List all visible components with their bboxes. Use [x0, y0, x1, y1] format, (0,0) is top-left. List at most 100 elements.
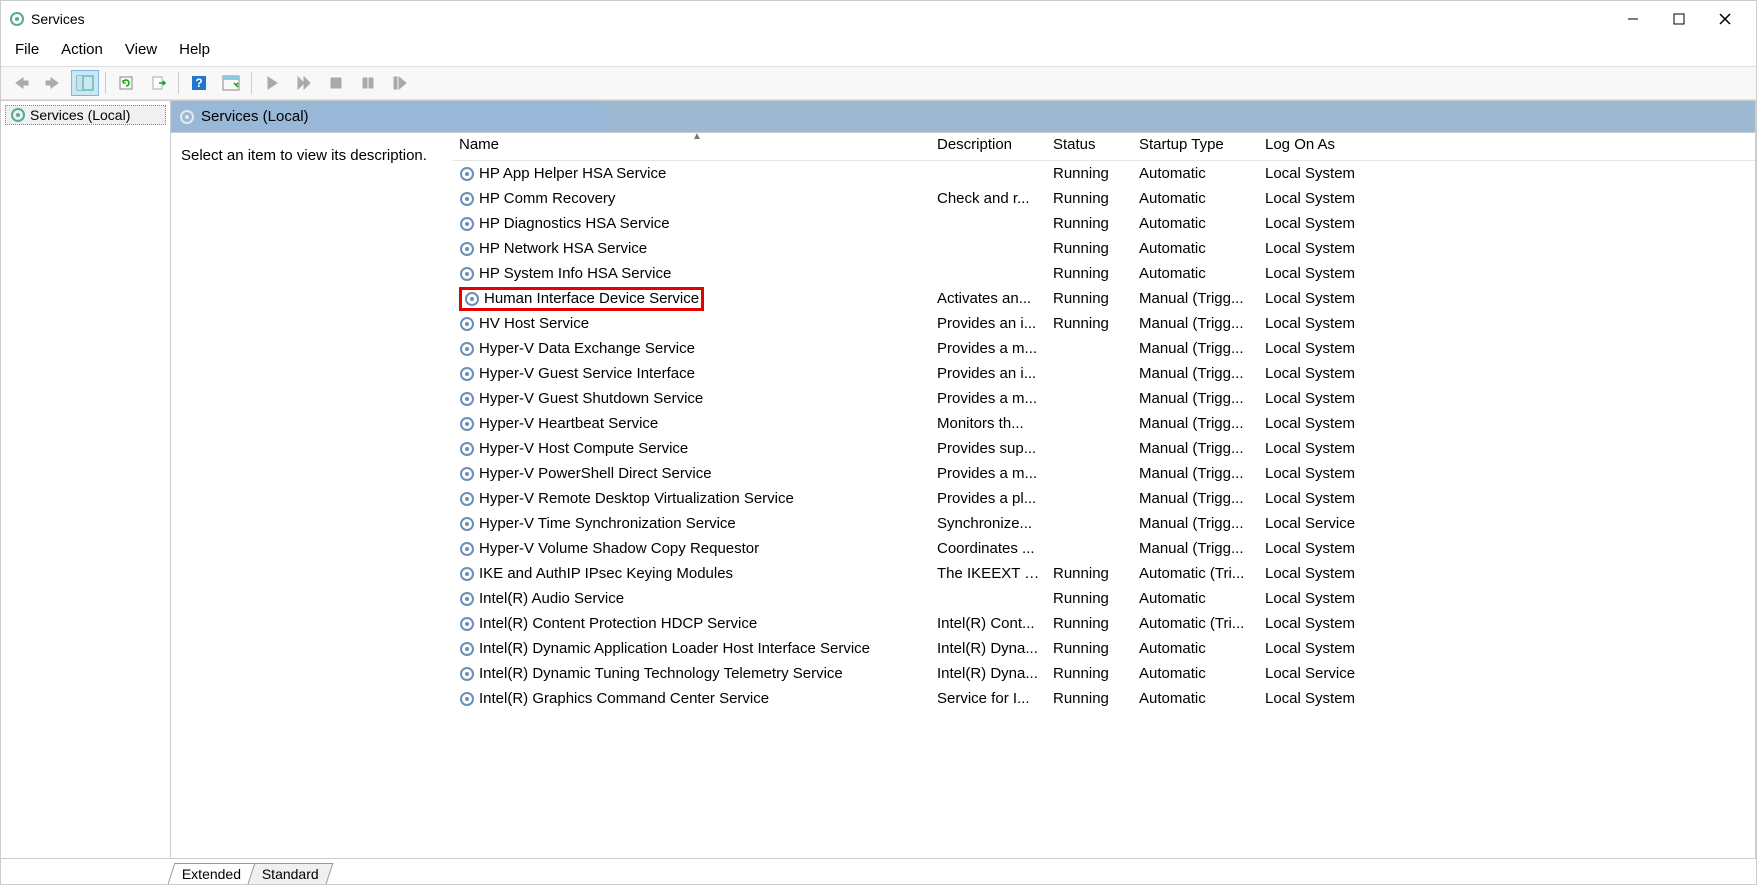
gear-icon — [459, 466, 475, 482]
minimize-button[interactable] — [1610, 3, 1656, 35]
service-list[interactable]: HP App Helper HSA ServiceRunningAutomati… — [453, 161, 1755, 858]
forward-button[interactable] — [39, 70, 67, 96]
service-status: Running — [1047, 190, 1133, 207]
service-row[interactable]: Human Interface Device ServiceActivates … — [453, 286, 1755, 311]
titlebar[interactable]: Services — [1, 1, 1756, 37]
service-log-on-as: Local Service — [1259, 515, 1755, 532]
service-startup-type: Manual (Trigg... — [1133, 315, 1259, 332]
service-status: Running — [1047, 640, 1133, 657]
menu-file[interactable]: File — [15, 41, 39, 58]
service-log-on-as: Local System — [1259, 290, 1755, 307]
service-log-on-as: Local System — [1259, 390, 1755, 407]
service-row[interactable]: Intel(R) Content Protection HDCP Service… — [453, 611, 1755, 636]
start-service-all-button[interactable] — [290, 70, 318, 96]
toolbar: ? — [1, 66, 1756, 100]
tabs-footer: Extended Standard — [1, 858, 1756, 884]
service-status: Running — [1047, 565, 1133, 582]
service-startup-type: Automatic — [1133, 240, 1259, 257]
maximize-button[interactable] — [1656, 3, 1702, 35]
window-title: Services — [31, 11, 85, 27]
service-row[interactable]: Hyper-V Guest Shutdown ServiceProvides a… — [453, 386, 1755, 411]
menubar: File Action View Help — [1, 37, 1756, 66]
tree-item-services-local[interactable]: Services (Local) — [5, 105, 166, 125]
pause-service-button[interactable] — [354, 70, 382, 96]
service-log-on-as: Local System — [1259, 315, 1755, 332]
gear-icon — [10, 107, 26, 123]
service-description: Provides a m... — [931, 390, 1047, 407]
service-log-on-as: Local Service — [1259, 665, 1755, 682]
gear-icon — [459, 416, 475, 432]
gear-icon — [459, 391, 475, 407]
tab-standard[interactable]: Standard — [248, 863, 334, 884]
service-description: Provides a pl... — [931, 490, 1047, 507]
service-name-label: HP Diagnostics HSA Service — [479, 215, 670, 232]
service-row[interactable]: Intel(R) Audio ServiceRunningAutomaticLo… — [453, 586, 1755, 611]
gear-icon — [459, 316, 475, 332]
gear-icon — [459, 616, 475, 632]
service-row[interactable]: HP Diagnostics HSA ServiceRunningAutomat… — [453, 211, 1755, 236]
service-description: The IKEEXT s... — [931, 565, 1047, 582]
service-description: Intel(R) Cont... — [931, 615, 1047, 632]
close-button[interactable] — [1702, 3, 1748, 35]
service-row[interactable]: Intel(R) Dynamic Tuning Technology Telem… — [453, 661, 1755, 686]
service-row[interactable]: IKE and AuthIP IPsec Keying ModulesThe I… — [453, 561, 1755, 586]
service-row[interactable]: Hyper-V Volume Shadow Copy RequestorCoor… — [453, 536, 1755, 561]
service-row[interactable]: HV Host ServiceProvides an i...RunningMa… — [453, 311, 1755, 336]
menu-action[interactable]: Action — [61, 41, 103, 58]
service-description: Provides a m... — [931, 465, 1047, 482]
menu-view[interactable]: View — [125, 41, 157, 58]
service-startup-type: Manual (Trigg... — [1133, 465, 1259, 482]
service-row[interactable]: Hyper-V PowerShell Direct Service Provide… — [453, 461, 1755, 486]
gear-icon — [459, 366, 475, 382]
column-name[interactable]: Name▲ — [453, 133, 931, 160]
service-name-label: Hyper-V Remote Desktop Virtualization Se… — [479, 490, 794, 507]
show-hide-tree-button[interactable] — [71, 70, 99, 96]
restart-service-button[interactable] — [386, 70, 414, 96]
service-log-on-as: Local System — [1259, 365, 1755, 382]
back-button[interactable] — [7, 70, 35, 96]
service-row[interactable]: Hyper-V Data Exchange ServiceProvides a … — [453, 336, 1755, 361]
service-startup-type: Automatic (Tri... — [1133, 615, 1259, 632]
column-startup-type[interactable]: Startup Type — [1133, 133, 1259, 160]
help-button[interactable]: ? — [185, 70, 213, 96]
service-name-label: HV Host Service — [479, 315, 589, 332]
refresh-button[interactable] — [112, 70, 140, 96]
column-status[interactable]: Status — [1047, 133, 1133, 160]
service-row[interactable]: Hyper-V Guest Service InterfaceProvides … — [453, 361, 1755, 386]
service-name-label: Human Interface Device Service — [484, 290, 699, 307]
service-status: Running — [1047, 265, 1133, 282]
service-startup-type: Automatic (Tri... — [1133, 565, 1259, 582]
service-row[interactable]: Intel(R) Dynamic Application Loader Host… — [453, 636, 1755, 661]
service-row[interactable]: HP App Helper HSA ServiceRunningAutomati… — [453, 161, 1755, 186]
service-row[interactable]: HP Comm RecoveryCheck and r...RunningAut… — [453, 186, 1755, 211]
service-name-label: Intel(R) Dynamic Tuning Technology Telem… — [479, 665, 843, 682]
service-log-on-as: Local System — [1259, 215, 1755, 232]
content-header: Services (Local) — [171, 101, 1755, 133]
gear-icon — [459, 641, 475, 657]
service-name-label: Intel(R) Dynamic Application Loader Host… — [479, 640, 870, 657]
column-log-on-as[interactable]: Log On As — [1259, 133, 1755, 160]
description-prompt: Select an item to view its description. — [181, 147, 427, 164]
service-log-on-as: Local System — [1259, 440, 1755, 457]
service-name-label: Hyper-V Host Compute Service — [479, 440, 688, 457]
start-service-button[interactable] — [258, 70, 286, 96]
service-row[interactable]: Hyper-V Host Compute ServiceProvides sup… — [453, 436, 1755, 461]
gear-icon — [459, 241, 475, 257]
gear-icon — [459, 191, 475, 207]
stop-service-button[interactable] — [322, 70, 350, 96]
column-description[interactable]: Description — [931, 133, 1047, 160]
service-status: Running — [1047, 590, 1133, 607]
service-status: Running — [1047, 615, 1133, 632]
service-row[interactable]: Hyper-V Heartbeat ServiceMonitors th...M… — [453, 411, 1755, 436]
service-row[interactable]: Hyper-V Remote Desktop Virtualization Se… — [453, 486, 1755, 511]
tab-extended[interactable]: Extended — [168, 863, 256, 884]
service-row[interactable]: Intel(R) Graphics Command Center Service… — [453, 686, 1755, 711]
service-row[interactable]: HP Network HSA ServiceRunningAutomaticLo… — [453, 236, 1755, 261]
service-description: Synchronize... — [931, 515, 1047, 532]
properties-button[interactable] — [217, 70, 245, 96]
menu-help[interactable]: Help — [179, 41, 210, 58]
service-row[interactable]: HP System Info HSA ServiceRunningAutomat… — [453, 261, 1755, 286]
service-name-label: Hyper-V PowerShell Direct Service — [479, 465, 712, 482]
service-row[interactable]: Hyper-V Time Synchronization ServiceSync… — [453, 511, 1755, 536]
export-button[interactable] — [144, 70, 172, 96]
